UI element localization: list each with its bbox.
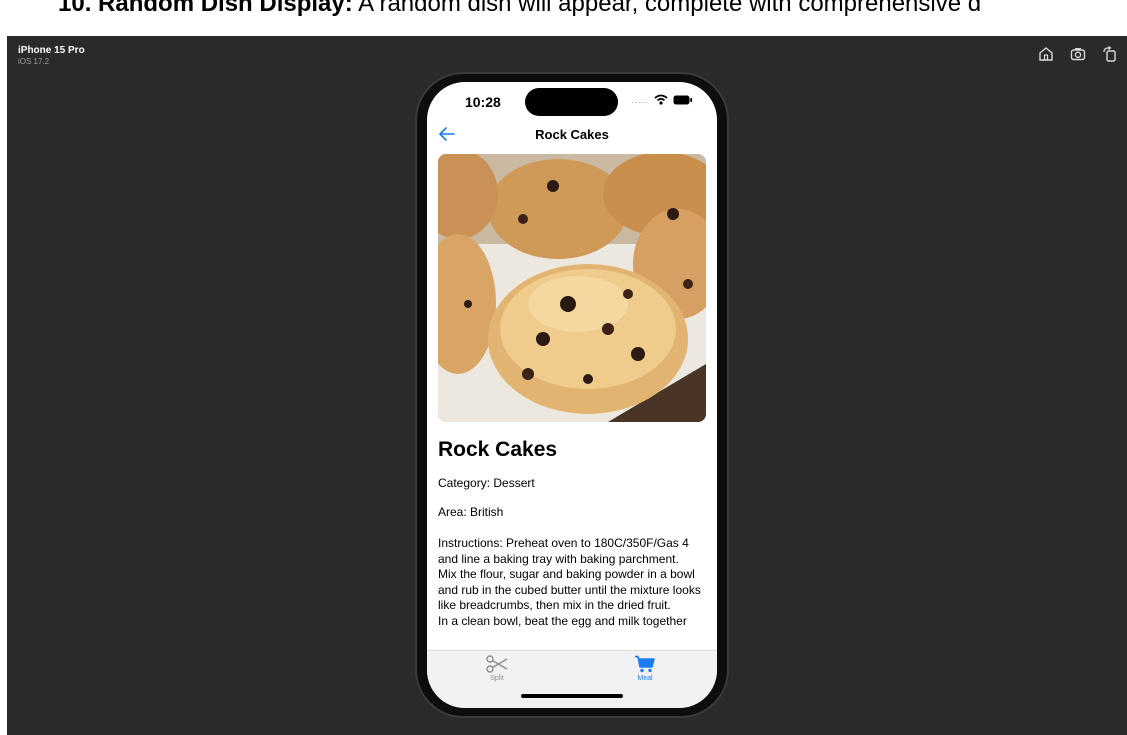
simulator-window: iPhone 15 Pro iOS 17.2 10:28 ..... Rock … bbox=[7, 36, 1127, 735]
dynamic-island bbox=[525, 88, 618, 116]
meal-area: Area: British bbox=[438, 505, 504, 519]
tab-split-label: Split bbox=[490, 675, 504, 682]
simulator-toolbar bbox=[1037, 45, 1119, 63]
rotate-icon[interactable] bbox=[1101, 45, 1119, 63]
device-name: iPhone 15 Pro bbox=[18, 45, 85, 56]
tab-meal[interactable]: Meal bbox=[605, 655, 685, 687]
cart-icon bbox=[605, 655, 685, 673]
document-header-strip: 10. Random Dish Display: A random dish w… bbox=[0, 0, 1127, 36]
meal-name: Rock Cakes bbox=[438, 438, 558, 461]
tab-split[interactable]: Split bbox=[457, 655, 537, 687]
status-icons: ..... bbox=[631, 94, 693, 105]
phone-frame: 10:28 ..... Rock Cakes Rock Cakes Catego… bbox=[415, 72, 729, 718]
meal-instructions: Instructions: Preheat oven to 180C/350F/… bbox=[438, 536, 701, 628]
meal-category: Category: Dessert bbox=[438, 476, 535, 490]
document-heading: 10. Random Dish Display: A random dish w… bbox=[58, 0, 981, 18]
home-icon[interactable] bbox=[1037, 45, 1055, 63]
signal-dots: ..... bbox=[631, 94, 649, 105]
scissors-icon bbox=[457, 655, 537, 673]
tab-bar: Split Meal bbox=[427, 650, 717, 708]
document-heading-bold: 10. Random Dish Display: bbox=[58, 0, 353, 17]
navigation-bar: Rock Cakes bbox=[427, 120, 717, 150]
battery-icon bbox=[673, 95, 693, 105]
meal-detail-scroll[interactable]: Rock Cakes Category: Dessert Area: Briti… bbox=[427, 152, 717, 652]
document-heading-text: A random dish will appear, complete with… bbox=[352, 0, 982, 17]
home-indicator bbox=[521, 694, 623, 698]
meal-image bbox=[438, 154, 706, 422]
phone-screen: 10:28 ..... Rock Cakes Rock Cakes Catego… bbox=[427, 82, 717, 708]
os-version: iOS 17.2 bbox=[18, 57, 50, 66]
tab-meal-label: Meal bbox=[637, 675, 653, 682]
nav-title: Rock Cakes bbox=[535, 127, 609, 142]
status-time: 10:28 bbox=[465, 94, 501, 110]
screenshot-icon[interactable] bbox=[1069, 45, 1087, 63]
wifi-icon bbox=[654, 94, 668, 105]
